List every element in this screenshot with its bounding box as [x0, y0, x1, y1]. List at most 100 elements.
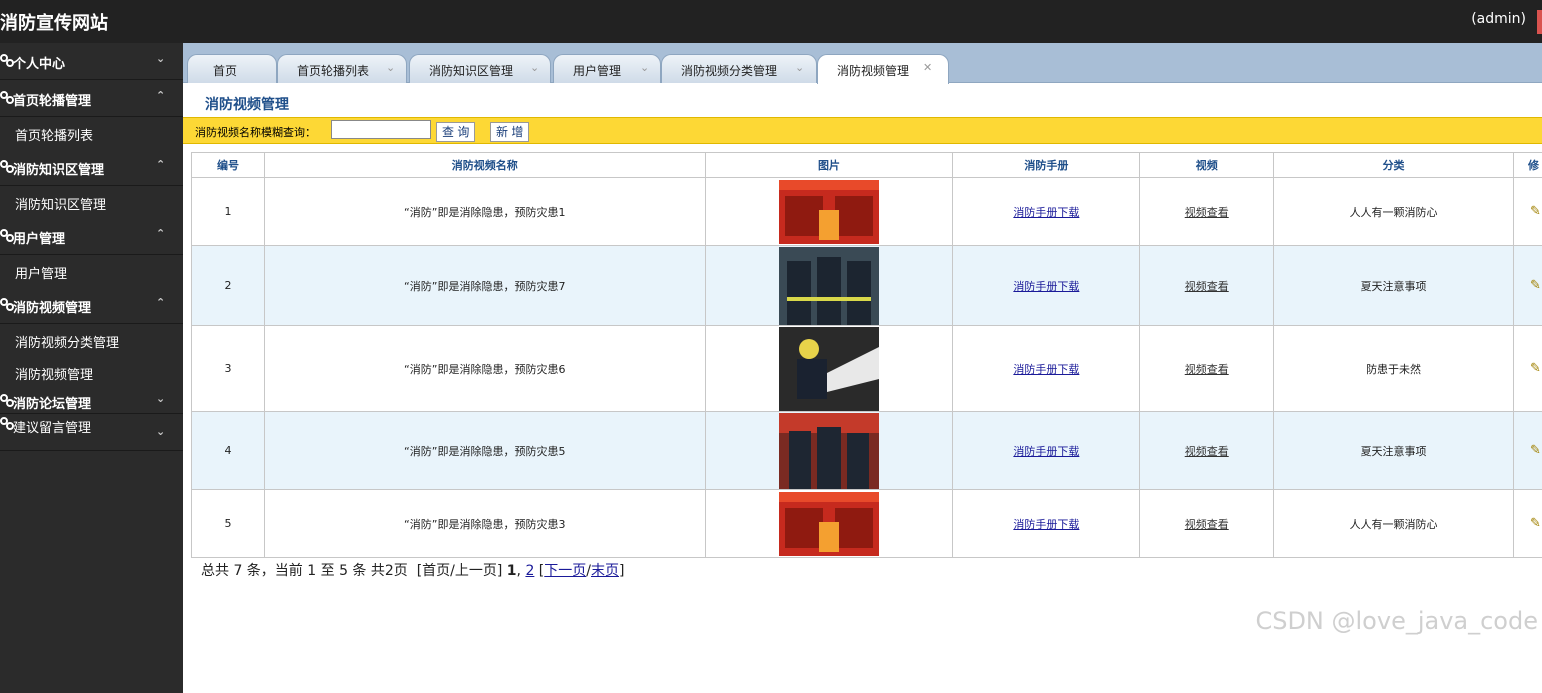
tab-label: 消防视频管理 — [837, 64, 910, 78]
chevron-down-icon[interactable]: ⌄ — [640, 61, 649, 74]
sidebar-group-users[interactable]: 用户管理 ⌃ — [0, 218, 183, 255]
gear-icon — [0, 417, 14, 430]
sidebar-group-carousel[interactable]: 首页轮播管理 ⌃ — [0, 80, 183, 117]
cell-name: “消防”即是消除隐患，预防灾患7 — [263, 245, 706, 326]
gear-icon — [0, 394, 14, 407]
manual-download-link[interactable]: 消防手册下载 — [1013, 518, 1079, 531]
logout-button-edge[interactable] — [1537, 10, 1542, 34]
cell-category: 夏天注意事项 — [1273, 245, 1514, 326]
video-view-link[interactable]: 视频查看 — [1185, 445, 1229, 458]
cell-video: 视频查看 — [1139, 489, 1275, 558]
page-title: 消防视频管理 — [205, 97, 289, 113]
col-header: 分类 — [1273, 152, 1514, 178]
tab-video[interactable]: 消防视频管理 ✕ — [817, 54, 949, 84]
cell-edit: ✎ — [1512, 245, 1542, 326]
cell-manual: 消防手册下载 — [952, 325, 1141, 412]
pager-first-prev: [首页/上一页] — [416, 563, 503, 579]
tab-carousel-list[interactable]: 首页轮播列表 ⌄ — [277, 54, 407, 83]
manual-download-link[interactable]: 消防手册下载 — [1013, 206, 1079, 219]
edit-icon[interactable]: ✎ — [1530, 204, 1541, 219]
firefighters-image[interactable] — [779, 246, 879, 325]
pager-next-link[interactable]: 下一页 — [544, 563, 586, 579]
tab-knowledge[interactable]: 消防知识区管理 ⌄ — [409, 54, 551, 83]
cell-edit: ✎ — [1512, 325, 1542, 412]
gear-icon — [0, 298, 14, 311]
pager-summary: 总共 7 条，当前 1 至 5 条 共2页 — [201, 563, 408, 579]
table-row: 1 “消防”即是消除隐患，预防灾患1 消防手册下载 视频查看 人人有一颗消防心 … — [191, 177, 1542, 246]
chevron-down-icon: ⌄ — [156, 392, 166, 405]
edit-icon[interactable]: ✎ — [1530, 443, 1541, 458]
cell-image — [704, 245, 954, 326]
search-input[interactable] — [331, 120, 431, 139]
add-button[interactable]: 新 增 — [490, 122, 530, 142]
firefighters-group-image[interactable] — [779, 412, 879, 489]
table-row: 4 “消防”即是消除隐患，预防灾患5 消防手册下载 视频查看 夏天注意事项 ✎ — [191, 411, 1542, 490]
edit-icon[interactable]: ✎ — [1530, 361, 1541, 376]
video-view-link[interactable]: 视频查看 — [1185, 363, 1229, 376]
table-header-row: 编号 消防视频名称 图片 消防手册 视频 分类 修 — [191, 152, 1542, 178]
sidebar-item-label: 消防视频管理 — [15, 368, 94, 383]
manual-download-link[interactable]: 消防手册下载 — [1013, 445, 1079, 458]
tab-label: 首页轮播列表 — [297, 64, 370, 78]
sidebar-group-forum[interactable]: 消防论坛管理 ⌄ — [0, 388, 183, 414]
poster-image[interactable] — [779, 491, 879, 556]
cell-id: 5 — [191, 489, 265, 558]
tab-bar: 首页 首页轮播列表 ⌄ 消防知识区管理 ⌄ 用户管理 ⌄ 消防视频分类管理 ⌄ … — [183, 43, 1542, 84]
tab-home[interactable]: 首页 — [187, 54, 277, 83]
edit-icon[interactable]: ✎ — [1530, 516, 1541, 531]
sidebar-item-video[interactable]: 消防视频管理 — [0, 356, 183, 388]
top-bar: 消防宣传网站 (admin) — [0, 0, 1542, 43]
current-user[interactable]: (admin) — [1471, 11, 1526, 27]
sidebar-group-video[interactable]: 消防视频管理 ⌃ — [0, 287, 183, 324]
sidebar-item-users[interactable]: 用户管理 — [0, 255, 183, 287]
sidebar-group-feedback[interactable]: 建议留言管理 ⌄ — [0, 414, 183, 451]
cell-edit: ✎ — [1512, 411, 1542, 490]
gear-icon — [0, 229, 14, 242]
chevron-down-icon[interactable]: ⌄ — [386, 61, 395, 74]
sidebar-item-label: 用户管理 — [15, 267, 68, 282]
poster-image[interactable] — [779, 179, 879, 244]
sidebar-group-knowledge[interactable]: 消防知识区管理 ⌃ — [0, 149, 183, 186]
manual-download-link[interactable]: 消防手册下载 — [1013, 280, 1079, 293]
firefighter-hose-image[interactable] — [779, 326, 879, 411]
video-view-link[interactable]: 视频查看 — [1185, 280, 1229, 293]
cell-video: 视频查看 — [1139, 411, 1275, 490]
manual-download-link[interactable]: 消防手册下载 — [1013, 363, 1079, 376]
pager-page-link[interactable]: 2 — [525, 563, 534, 579]
tab-label: 消防视频分类管理 — [681, 64, 778, 78]
cell-id: 3 — [191, 325, 265, 412]
sidebar-group-personal[interactable]: 个人中心 ⌄ — [0, 43, 183, 80]
video-view-link[interactable]: 视频查看 — [1185, 206, 1229, 219]
cell-edit: ✎ — [1512, 177, 1542, 246]
sidebar-item-knowledge[interactable]: 消防知识区管理 — [0, 186, 183, 218]
sidebar-item-carousel-list[interactable]: 首页轮播列表 — [0, 117, 183, 149]
chevron-down-icon: ⌄ — [156, 52, 166, 65]
gear-icon — [0, 54, 14, 67]
sidebar-group-label: 消防论坛管理 — [13, 397, 92, 412]
cell-category: 防患于未然 — [1273, 325, 1514, 412]
cell-id: 4 — [191, 411, 265, 490]
tab-label: 消防知识区管理 — [429, 64, 514, 78]
cell-image — [704, 489, 954, 558]
sidebar-group-label: 用户管理 — [13, 232, 66, 247]
chevron-up-icon: ⌃ — [156, 296, 166, 309]
chevron-down-icon[interactable]: ⌄ — [530, 61, 539, 74]
edit-icon[interactable]: ✎ — [1530, 278, 1541, 293]
table-row: 5 “消防”即是消除隐患，预防灾患3 消防手册下载 视频查看 人人有一颗消防心 … — [191, 489, 1542, 558]
cell-edit: ✎ — [1512, 489, 1542, 558]
tab-video-category[interactable]: 消防视频分类管理 ⌄ — [661, 54, 817, 83]
cell-category: 夏天注意事项 — [1273, 411, 1514, 490]
pager-last-link[interactable]: 末页 — [591, 563, 619, 579]
close-icon[interactable]: ✕ — [923, 61, 932, 74]
sidebar-item-label: 消防视频分类管理 — [15, 336, 120, 351]
main-content: 首页 首页轮播列表 ⌄ 消防知识区管理 ⌄ 用户管理 ⌄ 消防视频分类管理 ⌄ … — [183, 43, 1542, 693]
tab-users[interactable]: 用户管理 ⌄ — [553, 54, 661, 83]
cell-id: 1 — [191, 177, 265, 246]
sidebar-item-video-category[interactable]: 消防视频分类管理 — [0, 324, 183, 356]
cell-category: 人人有一颗消防心 — [1273, 177, 1514, 246]
query-button[interactable]: 查 询 — [436, 122, 476, 142]
cell-name: “消防”即是消除隐患，预防灾患6 — [263, 325, 706, 412]
sidebar: 个人中心 ⌄ 首页轮播管理 ⌃ 首页轮播列表 消防知识区管理 ⌃ 消防知识区管理… — [0, 43, 183, 693]
chevron-down-icon[interactable]: ⌄ — [795, 61, 804, 74]
video-view-link[interactable]: 视频查看 — [1185, 518, 1229, 531]
